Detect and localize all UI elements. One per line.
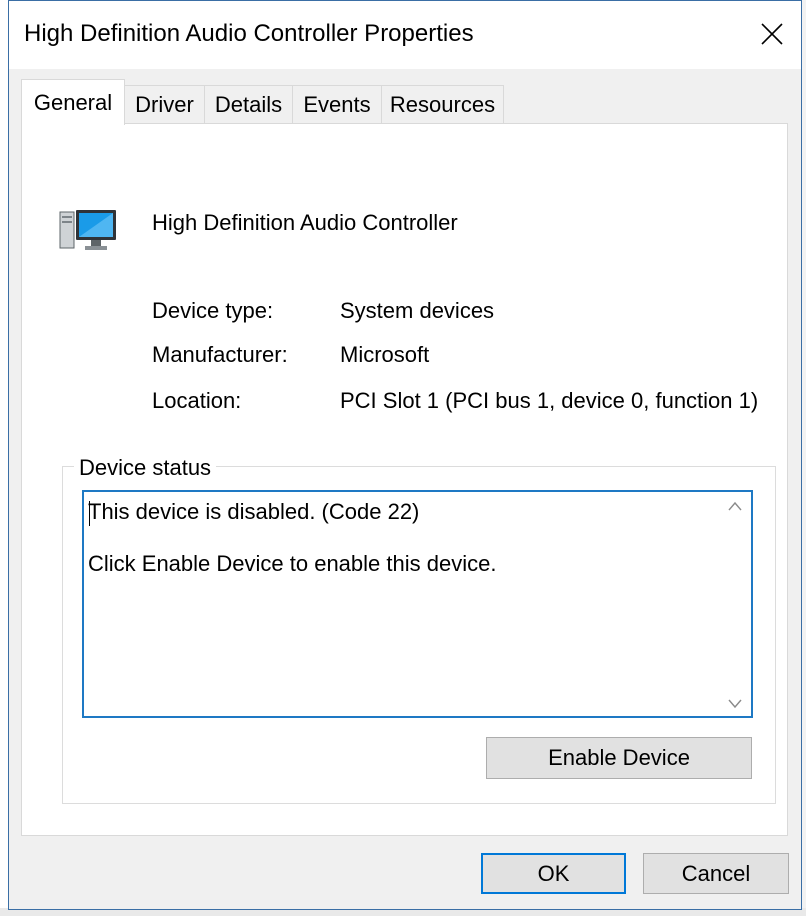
tab-label: Events xyxy=(303,91,371,117)
computer-monitor-icon xyxy=(59,210,116,250)
ok-button-label: OK xyxy=(537,860,570,886)
status-message-line: This device is disabled. (Code 22) xyxy=(88,499,420,524)
manufacturer-label: Manufacturer: xyxy=(152,342,288,367)
tab-label: Driver xyxy=(135,91,194,117)
location-value: PCI Slot 1 (PCI bus 1, device 0, functio… xyxy=(340,388,759,413)
location-label: Location: xyxy=(152,388,242,413)
scroll-down-icon[interactable] xyxy=(727,698,743,710)
tab-details[interactable]: Details xyxy=(204,85,293,123)
status-instruction-line: Click Enable Device to enable this devic… xyxy=(88,551,497,576)
close-button[interactable] xyxy=(743,1,801,67)
tab-label: Details xyxy=(214,91,283,117)
device-type-value: System devices xyxy=(340,298,495,323)
cancel-button-label: Cancel xyxy=(681,860,751,886)
enable-device-button[interactable]: Enable Device xyxy=(486,737,752,779)
manufacturer-value: Microsoft xyxy=(340,342,430,367)
device-type-label: Device type: xyxy=(152,298,274,323)
device-status-caption: Device status xyxy=(74,455,217,481)
tab-resources[interactable]: Resources xyxy=(381,85,504,123)
device-name: High Definition Audio Controller xyxy=(152,210,458,235)
close-icon xyxy=(761,23,783,45)
title-bar[interactable]: High Definition Audio Controller Propert… xyxy=(9,1,801,69)
tab-events[interactable]: Events xyxy=(292,85,382,123)
tab-driver[interactable]: Driver xyxy=(124,85,205,123)
window-title: High Definition Audio Controller Propert… xyxy=(24,20,474,47)
device-status-textbox[interactable]: This device is disabled. (Code 22) Click… xyxy=(82,490,753,718)
dialog-client-area: General Driver Details Events Resources xyxy=(9,69,801,909)
tab-general[interactable]: General xyxy=(21,79,125,125)
tab-label: General xyxy=(33,89,113,115)
enable-device-button-label: Enable Device xyxy=(548,745,690,770)
tab-label: Resources xyxy=(389,91,496,117)
cancel-button[interactable]: Cancel xyxy=(643,853,789,894)
properties-dialog: High Definition Audio Controller Propert… xyxy=(8,0,802,910)
general-tab-panel: High Definition Audio Controller Device … xyxy=(21,123,788,836)
scroll-up-icon[interactable] xyxy=(727,500,743,512)
ok-button[interactable]: OK xyxy=(481,853,626,894)
